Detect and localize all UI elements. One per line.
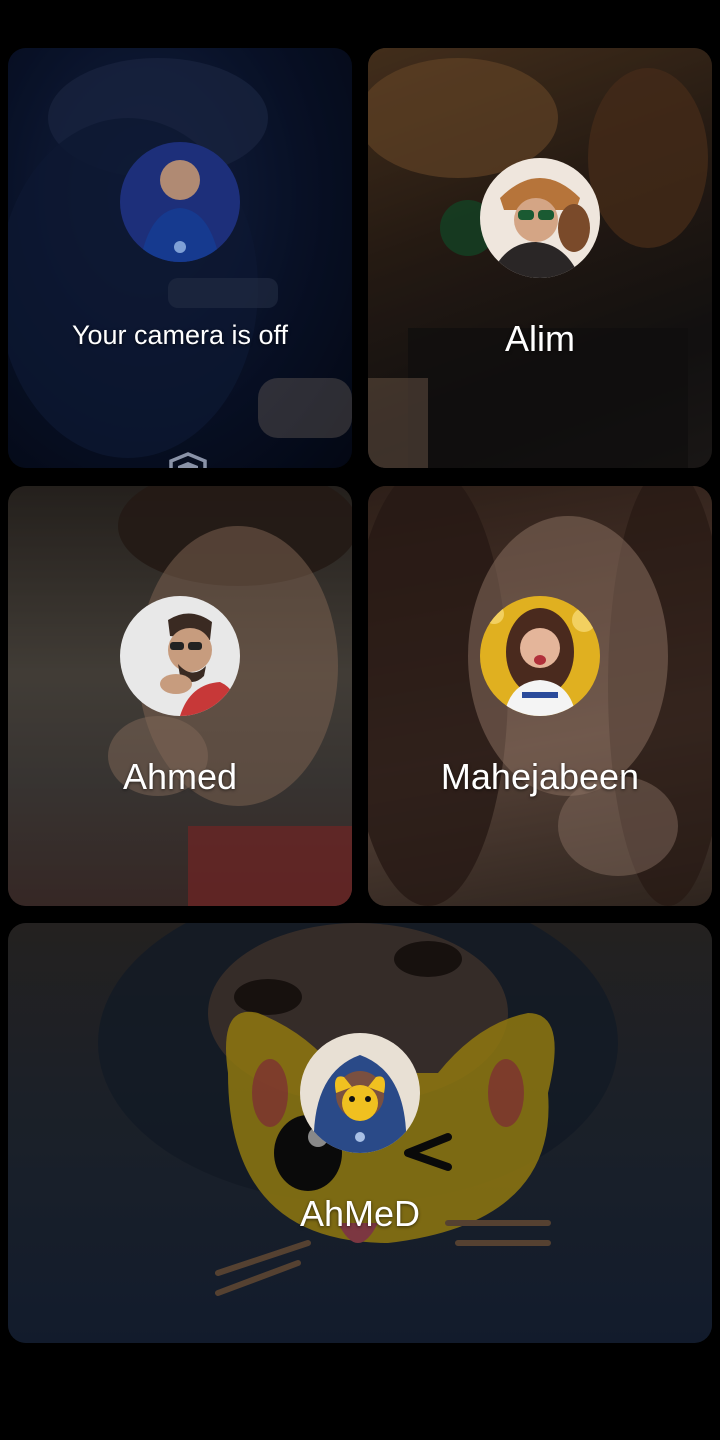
video-tile-mahejabeen[interactable]: Mahejabeen <box>368 486 712 906</box>
camera-off-label: Your camera is off <box>71 320 289 350</box>
video-tile-ahmed[interactable]: Ahmed <box>8 486 352 906</box>
participant-name: Ahmed <box>122 756 238 797</box>
alim-avatar <box>480 158 600 278</box>
video-tile-self[interactable]: Your camera is off <box>8 48 352 468</box>
participant-name: AhMeD <box>299 1193 421 1234</box>
shield-icon <box>169 452 207 468</box>
self-avatar <box>120 142 240 262</box>
video-tile-alim[interactable]: Alim <box>368 48 712 468</box>
participant-name: Alim <box>505 318 575 359</box>
mahejabeen-avatar <box>480 596 600 716</box>
ahmed-avatar <box>120 596 240 716</box>
participant-name: Mahejabeen <box>440 756 640 797</box>
ahmed-2-avatar <box>300 1033 420 1153</box>
video-tile-ahmed-2[interactable]: AhMeD <box>8 923 712 1343</box>
